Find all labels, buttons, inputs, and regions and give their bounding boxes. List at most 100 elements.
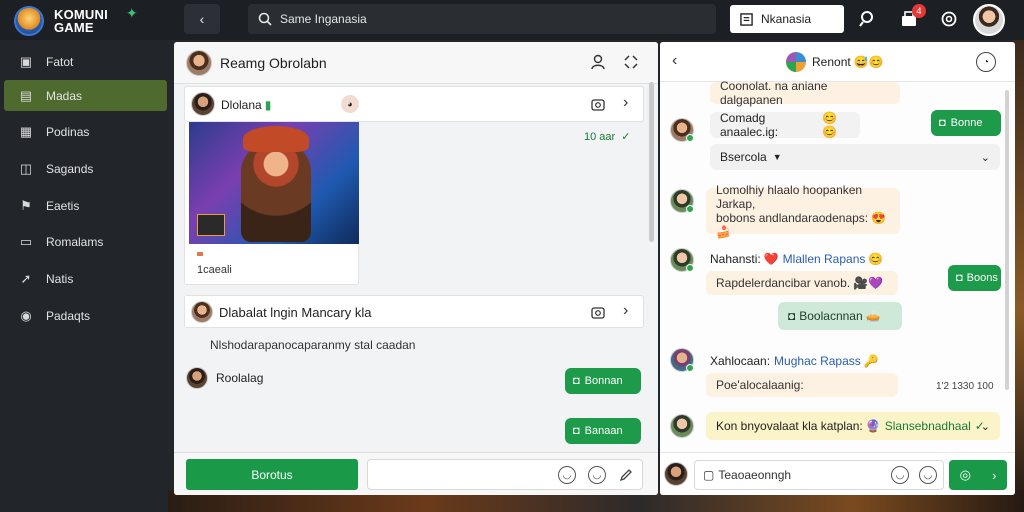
message-header: Xahlocaan: Mughac Rapass 🔑	[710, 354, 879, 368]
chat-footer: ▢ Teaoaeonngh ◡ ◡ ◎ ›	[660, 452, 1015, 495]
reply-button[interactable]: ◘ Boons	[948, 265, 1001, 291]
avatar[interactable]	[186, 50, 212, 76]
sidebar-item-sagands[interactable]: ◫ Sagands	[4, 153, 167, 184]
dropdown-select[interactable]: Bsercola ▼ ⌄	[710, 144, 1000, 170]
user-icon[interactable]	[590, 54, 606, 70]
chevron-down-icon: ⌄	[980, 420, 990, 433]
conversation-header: Reamg Obrolabn	[174, 42, 658, 84]
message-bubble: Poe'alocalaanig:	[706, 373, 898, 397]
logo-text: KOMUNI GAME	[54, 7, 108, 35]
scrollbar[interactable]	[649, 82, 654, 242]
primary-action-button[interactable]: Borotus	[186, 459, 358, 490]
avatar	[191, 301, 213, 323]
sidebar-item-podinas[interactable]: ▦ Podinas	[4, 116, 167, 147]
key-icon: 🔑	[863, 354, 879, 368]
message-icon: ◘	[573, 375, 580, 387]
chevron-right-icon[interactable]: ›	[623, 302, 628, 320]
sidebar-item-label: Fatot	[46, 54, 74, 69]
online-status-dot	[686, 205, 694, 213]
search-bar[interactable]: Same Inganasia	[248, 4, 716, 34]
post-time: 10 aar ✓	[584, 131, 631, 143]
online-status-dot	[686, 134, 694, 142]
sidebar-item-padaqts[interactable]: ◉ Padaqts	[4, 300, 167, 331]
conversation-footer: Borotus ◡ ◡	[174, 452, 658, 495]
avatar[interactable]	[186, 367, 208, 389]
post-author-name: Dlolana ▮	[221, 98, 272, 112]
chat-scrollbar[interactable]	[1005, 90, 1009, 390]
chat-icon: ▤	[19, 87, 33, 103]
sidebar-item-romalams[interactable]: ▭ Romalams	[4, 226, 167, 257]
post-card-media[interactable]: 1caeali	[184, 122, 359, 285]
top-bar: KOMUNI GAME ✦ ‹ Same Inganasia Nkanasia	[0, 0, 1024, 40]
message-bubble: Lomolhiy hlaalo hoopanken Jarkap, bobons…	[706, 183, 900, 239]
chevron-left-icon[interactable]: ‹	[672, 52, 677, 70]
camera-icon[interactable]	[591, 97, 605, 111]
user-avatar[interactable]	[973, 4, 1005, 36]
emoji-icon: 🔮	[865, 419, 881, 433]
settings-button[interactable]	[936, 6, 962, 32]
search-icon	[859, 11, 873, 27]
sidebar-item-eaetis[interactable]: ⚑ Eaetis	[4, 190, 167, 221]
emoji-icon: 😅😊	[853, 55, 884, 69]
game-artwork-image[interactable]	[189, 122, 359, 244]
flag-icon: ⚑	[20, 197, 32, 213]
check-icon: ✓	[621, 131, 631, 143]
conversation-panel: Reamg Obrolabn Dlolana ▮ ◕ › 1caeali 10 …	[174, 42, 658, 495]
chevron-right-icon: ›	[992, 467, 997, 483]
chevron-right-icon[interactable]: ›	[623, 94, 628, 112]
reaction-icon[interactable]: ◕	[341, 95, 359, 113]
hero-hat	[243, 126, 309, 152]
pen-icon[interactable]	[618, 467, 634, 483]
message-icon: ◘	[956, 272, 963, 284]
message-bubble[interactable]: ◘ Banaan	[565, 418, 641, 444]
message-bubble: Comadg anaalec.ig: 😊😊	[710, 111, 860, 139]
post-title: Dlabalat lngin Mancary kla	[219, 305, 372, 320]
conversation-title: Reamg Obrolabn	[220, 55, 327, 71]
pin-icon: ◉	[20, 307, 32, 323]
back-button[interactable]: ‹	[184, 4, 220, 34]
reply-button[interactable]: ◘ Bonne	[931, 110, 1001, 136]
emoji-icon: 😊😊	[822, 111, 838, 139]
expand-icon[interactable]	[624, 55, 638, 69]
sidebar-item-label: Romalams	[46, 234, 104, 249]
pin-icon: ➚	[20, 270, 32, 286]
chevron-down-icon: ▼	[772, 152, 782, 162]
message-bubble[interactable]: ◘ Bonnan	[565, 368, 641, 394]
emoji-icon[interactable]: ◡	[558, 466, 576, 484]
sticker-icon[interactable]: ◡	[919, 466, 937, 484]
secondary-search-box[interactable]: Nkanasia	[730, 5, 844, 33]
verified-icon: ▮	[264, 98, 272, 112]
avatar[interactable]	[670, 414, 694, 438]
info-icon[interactable]: ◔	[976, 52, 996, 72]
sticker-icon[interactable]: ◡	[588, 466, 606, 484]
search-icon	[258, 12, 272, 26]
message-bubble: Kon bnyovalaat kla katplan: 🔮 Slansebnadha…	[706, 412, 1000, 440]
post-card-header[interactable]: Dlolana ▮ ◕ ›	[184, 86, 644, 122]
sidebar-item-natis[interactable]: ➚ Natis	[4, 263, 167, 294]
emoji-icon[interactable]: ◡	[891, 466, 909, 484]
chat-input[interactable]: ▢ Teaoaeonngh ◡ ◡	[694, 460, 944, 490]
gear-icon	[941, 11, 957, 27]
sidebar-item-label: Podinas	[46, 124, 90, 139]
message-composer[interactable]: ◡ ◡	[367, 459, 643, 490]
post-caption: 1caeali	[197, 264, 232, 276]
app-logo[interactable]: KOMUNI GAME ✦	[10, 4, 160, 36]
chevron-left-icon: ‹	[199, 11, 205, 27]
search-text: Same Inganasia	[280, 12, 367, 26]
camera-icon[interactable]	[591, 305, 605, 319]
notification-badge: 4	[912, 4, 926, 18]
message-icon: ◘	[573, 425, 580, 437]
message-time: 1'2 1330 100	[936, 381, 994, 392]
avatar[interactable]	[664, 462, 688, 486]
message-bubble[interactable]: ◘ Boolacnnan 🥧	[778, 302, 902, 330]
emoji-icon: 😊	[868, 252, 884, 266]
message-bubble: Coonolat. na aniane dalgapanen	[710, 79, 900, 107]
tag-dot	[197, 252, 203, 256]
sidebar-item-fatot[interactable]: ▣ Fatot	[4, 46, 167, 77]
folder-icon: ▭	[19, 233, 33, 249]
send-button[interactable]: ◎ ›	[949, 460, 1007, 490]
search-button[interactable]	[855, 6, 881, 32]
avatar	[191, 92, 215, 116]
sidebar-item-madas[interactable]: ▤ Madas	[4, 80, 167, 111]
post-card-2[interactable]: Dlabalat lngin Mancary kla ›	[184, 295, 644, 328]
